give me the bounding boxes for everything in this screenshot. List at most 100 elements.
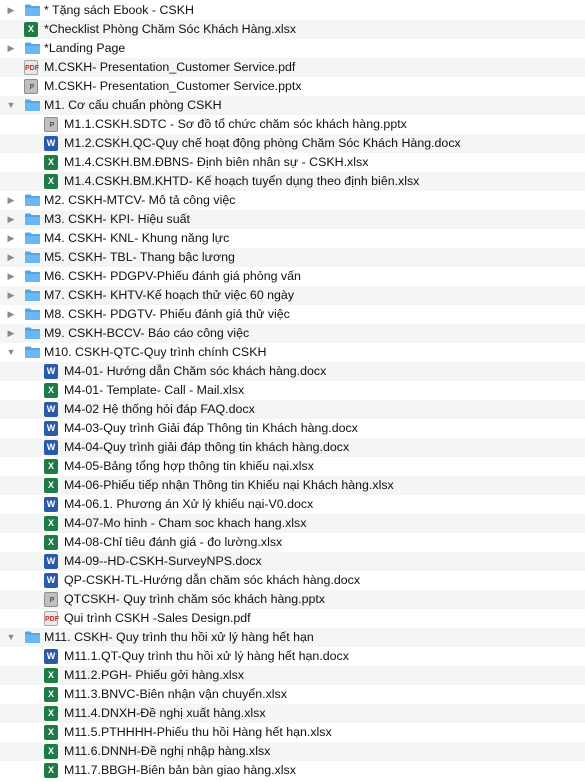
file-row[interactable]: X M11.2.PGH- Phiếu gởi hàng.xlsx [0,666,585,685]
powerpoint-file-icon: P [44,117,60,132]
disclosure-triangle-right-icon[interactable]: ▶ [6,248,16,267]
item-label: M11.5.PTHHHH-Phiếu thu hồi Hàng hết hạn.… [64,725,332,739]
file-row[interactable]: X M4-07-Mo hinh - Cham soc khach hang.xls… [0,514,585,533]
file-row[interactable]: W M4-02 Hệ thống hỏi đáp FAQ.docx [0,400,585,419]
item-label: M3. CSKH- KPI- Hiệu suất [44,212,190,226]
folder-row[interactable]: ▶ M3. CSKH- KPI- Hiệu suất [0,210,585,229]
item-label: M10. CSKH-QTC-Quy trình chính CSKH [44,345,267,359]
disclosure-triangle-right-icon[interactable]: ▶ [6,286,16,305]
word-file-icon: W [44,440,60,455]
file-row[interactable]: X M4-05-Bảng tổng hợp thông tin khiếu nại… [0,457,585,476]
file-row[interactable]: W M4-06.1. Phương án Xử lý khiếu nại-V0.d… [0,495,585,514]
excel-file-icon: X [44,478,60,493]
file-row[interactable]: X *Checklist Phòng Chăm Sóc Khách Hàng.xl… [0,20,585,39]
item-label: M11. CSKH- Quy trình thu hồi xử lý hàng … [44,630,314,644]
excel-file-icon: X [44,174,60,189]
item-label: *Landing Page [44,41,126,55]
word-file-icon: W [44,497,60,512]
file-row[interactable]: W M4-04-Quy trình giải đáp thông tin khác… [0,438,585,457]
disclosure-triangle-right-icon[interactable]: ▶ [6,229,16,248]
word-file-icon: W [44,364,60,379]
disclosure-triangle-down-icon[interactable]: ▼ [6,96,16,115]
file-row[interactable]: X M4-08-Chỉ tiêu đánh giá - đo lường.xlsx [0,533,585,552]
excel-file-icon: X [44,383,60,398]
file-row[interactable]: X M11.5.PTHHHH-Phiếu thu hồi Hàng hết hạn… [0,723,585,742]
folder-icon [24,307,40,322]
folder-row[interactable]: ▼ M1. Cơ cấu chuẩn phòng CSKH [0,96,585,115]
file-row[interactable]: W M4-03-Quy trình Giải đáp Thông tin Khác… [0,419,585,438]
item-label: M.CSKH- Presentation_Customer Service.pd… [44,60,296,74]
folder-row[interactable]: ▶ M4. CSKH- KNL- Khung năng lực [0,229,585,248]
item-label: M4-04-Quy trình giải đáp thông tin khách… [64,440,350,454]
item-label: M4-01- Template- Call - Mail.xlsx [64,383,245,397]
folder-row[interactable]: ▶ M9. CSKH-BCCV- Báo cáo công việc [0,324,585,343]
file-row[interactable]: X M4-01- Template- Call - Mail.xlsx [0,381,585,400]
item-label: M11.1.QT-Quy trình thu hồi xử lý hàng hế… [64,649,349,663]
word-file-icon: W [44,649,60,664]
item-label: M4-09--HD-CSKH-SurveyNPS.docx [64,554,262,568]
file-tree: ▶ * Tặng sách Ebook - CSKH X *Checklist Phò… [0,0,585,782]
file-row[interactable]: W M4-01- Hướng dẫn Chăm sóc khách hàng.do… [0,362,585,381]
excel-file-icon: X [44,668,60,683]
file-row[interactable]: W QP-CSKH-TL-Hướng dẫn chăm sóc khách hàn… [0,571,585,590]
file-row[interactable]: PDF M.CSKH- Presentation_Customer Service… [0,58,585,77]
folder-row[interactable]: ▼ M10. CSKH-QTC-Quy trình chính CSKH [0,343,585,362]
item-label: M11.3.BNVC-Biên nhận vận chuyển.xlsx [64,687,287,701]
file-row[interactable]: X M11.3.BNVC-Biên nhận vận chuyển.xlsx [0,685,585,704]
folder-icon [24,212,40,227]
disclosure-triangle-down-icon[interactable]: ▼ [6,343,16,362]
item-label: M4-08-Chỉ tiêu đánh giá - đo lường.xlsx [64,535,283,549]
file-row[interactable]: P M1.1.CSKH.SDTC - Sơ đồ tổ chức chăm sóc… [0,115,585,134]
item-label: M11.2.PGH- Phiếu gởi hàng.xlsx [64,668,245,682]
folder-row[interactable]: ▶ M5. CSKH- TBL- Thang bậc lương [0,248,585,267]
file-row[interactable]: W M1.2.CSKH.QC-Quy chế hoạt động phòng Ch… [0,134,585,153]
folder-row[interactable]: ▶ M7. CSKH- KHTV-Kế hoạch thử việc 60 ngà… [0,286,585,305]
item-label: M1. Cơ cấu chuẩn phòng CSKH [44,98,222,112]
file-row[interactable]: P M.CSKH- Presentation_Customer Service.p… [0,77,585,96]
file-row[interactable]: X M11.6.DNNH-Đề nghị nhập hàng.xlsx [0,742,585,761]
disclosure-triangle-right-icon[interactable]: ▶ [6,324,16,343]
file-row[interactable]: X M1.4.CSKH.BM.ĐBNS- Định biên nhân sự - … [0,153,585,172]
file-row[interactable]: PDF Qui trình CSKH -Sales Design.pdf [0,609,585,628]
disclosure-triangle-right-icon[interactable]: ▶ [6,305,16,324]
word-file-icon: W [44,402,60,417]
powerpoint-file-icon: P [24,79,40,94]
item-label: M1.4.CSKH.BM.ĐBNS- Định biên nhân sự - C… [64,155,369,169]
pdf-file-icon: PDF [44,611,60,626]
folder-row[interactable]: ▼ M11. CSKH- Quy trình thu hồi xử lý hàng… [0,628,585,647]
folder-icon [24,326,40,341]
excel-file-icon: X [44,516,60,531]
folder-icon [24,630,40,645]
excel-file-icon: X [44,535,60,550]
folder-row[interactable]: ▶ M2. CSKH-MTCV- Mô tả công việc [0,191,585,210]
item-label: QP-CSKH-TL-Hướng dẫn chăm sóc khách hàng… [64,573,361,587]
excel-file-icon: X [44,706,60,721]
folder-row[interactable]: ▶ * Tặng sách Ebook - CSKH [0,1,585,20]
file-row[interactable]: P QTCSKH- Quy trình chăm sóc khách hàng.p… [0,590,585,609]
item-label: M4. CSKH- KNL- Khung năng lực [44,231,230,245]
item-label: *Checklist Phòng Chăm Sóc Khách Hàng.xls… [44,22,297,36]
disclosure-triangle-right-icon[interactable]: ▶ [6,210,16,229]
file-row[interactable]: X M11.7.BBGH-Biên bản bàn giao hàng.xlsx [0,761,585,780]
folder-row[interactable]: ▶ *Landing Page [0,39,585,58]
folder-icon [24,288,40,303]
disclosure-triangle-right-icon[interactable]: ▶ [6,39,16,58]
file-row[interactable]: X M1.4.CSKH.BM.KHTD- Kế hoạch tuyển dụng … [0,172,585,191]
disclosure-triangle-down-icon[interactable]: ▼ [6,628,16,647]
folder-icon [24,231,40,246]
disclosure-triangle-right-icon[interactable]: ▶ [6,267,16,286]
item-label: M4-05-Bảng tổng hợp thông tin khiếu nại.… [64,459,314,473]
disclosure-triangle-right-icon[interactable]: ▶ [6,191,16,210]
file-row[interactable]: X M11.4.DNXH-Đề nghị xuất hàng.xlsx [0,704,585,723]
word-file-icon: W [44,421,60,436]
file-row[interactable]: W M4-09--HD-CSKH-SurveyNPS.docx [0,552,585,571]
file-row[interactable]: W M11.1.QT-Quy trình thu hồi xử lý hàng h… [0,647,585,666]
folder-row[interactable]: ▶ M6. CSKH- PDGPV-Phiếu đánh giá phỏng vấ… [0,267,585,286]
folder-row[interactable]: ▶ M8. CSKH- PDGTV- Phiếu đánh giá thử việ… [0,305,585,324]
item-label: M11.7.BBGH-Biên bản bàn giao hàng.xlsx [64,763,296,777]
file-row[interactable]: X M4-06-Phiếu tiếp nhận Thông tin Khiếu n… [0,476,585,495]
disclosure-triangle-right-icon[interactable]: ▶ [6,1,16,20]
item-label: M11.6.DNNH-Đề nghị nhập hàng.xlsx [64,744,271,758]
item-label: * Tặng sách Ebook - CSKH [44,3,194,17]
item-label: M4-06-Phiếu tiếp nhận Thông tin Khiếu nạ… [64,478,394,492]
